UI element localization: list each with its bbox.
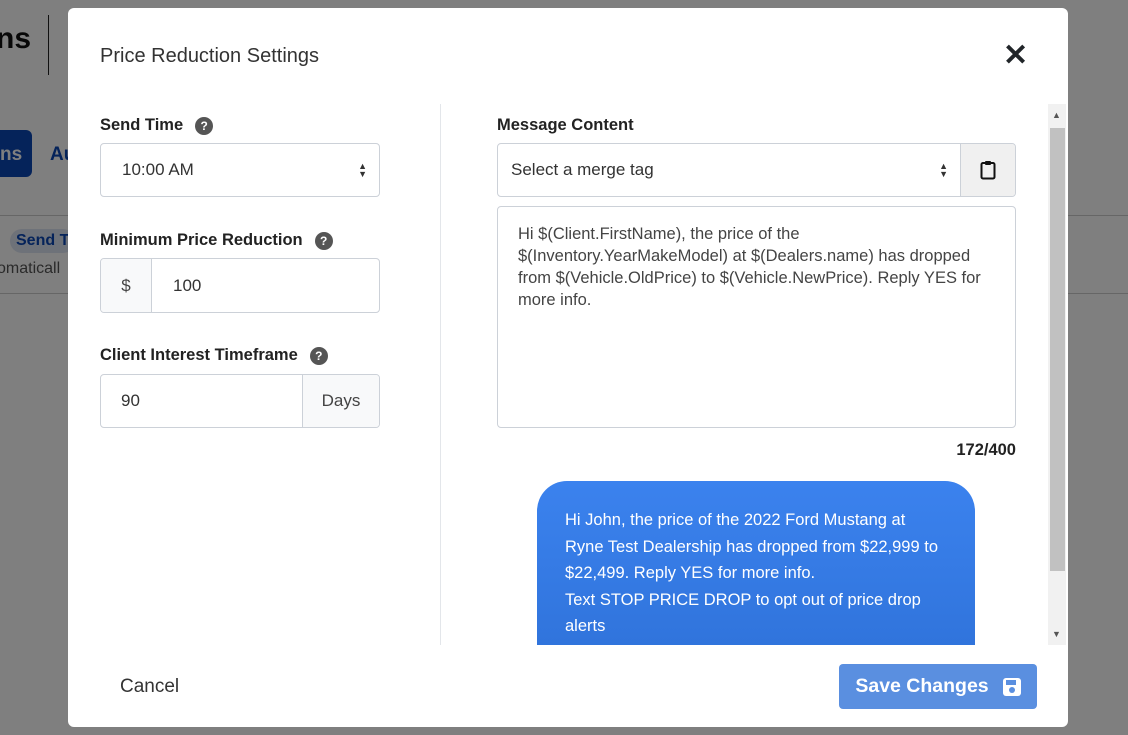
message-textarea[interactable]: Hi $(Client.FirstName), the price of the…	[497, 206, 1016, 428]
timeframe-input[interactable]: 90	[101, 391, 302, 411]
scroll-down-icon[interactable]: ▼	[1052, 629, 1061, 639]
label-text: Minimum Price Reduction	[100, 231, 303, 249]
sort-arrows-icon: ▲ ▼	[358, 161, 367, 179]
clipboard-button[interactable]	[961, 144, 1015, 196]
min-price-label: Minimum Price Reduction?	[100, 231, 333, 250]
sort-arrows-icon: ▲ ▼	[939, 161, 948, 179]
character-count: 172/400	[956, 441, 1016, 459]
message-content-label: Message Content	[497, 116, 634, 134]
send-time-select[interactable]: 10:00 AM ▲ ▼	[100, 143, 380, 197]
select-placeholder: Select a merge tag	[511, 160, 654, 179]
message-preview-bubble: Hi John, the price of the 2022 Ford Must…	[537, 481, 975, 645]
preview-text: Hi John, the price of the 2022 Ford Must…	[565, 511, 939, 582]
save-changes-button[interactable]: Save Changes	[839, 664, 1037, 709]
scrollbar[interactable]: ▲ ▼	[1048, 104, 1066, 645]
send-time-label: Send Time?	[100, 116, 214, 135]
cancel-button[interactable]: Cancel	[120, 676, 179, 698]
select-value: 10:00 AM	[122, 160, 194, 179]
min-price-input-group: $ 100	[100, 258, 380, 313]
button-label: Save Changes	[855, 675, 989, 697]
merge-tag-group: Select a merge tag ▲ ▼	[497, 143, 1016, 197]
modal-body: Send Time? 10:00 AM ▲ ▼ Minimum Price Redu…	[68, 104, 1068, 645]
timeframe-label: Client Interest Timeframe?	[100, 346, 328, 365]
scroll-up-icon[interactable]: ▲	[1052, 110, 1061, 120]
price-reduction-modal: Price Reduction Settings ✕ Send Time? 10…	[68, 8, 1068, 727]
close-icon[interactable]: ✕	[1003, 41, 1028, 71]
clipboard-icon	[980, 161, 996, 180]
save-icon	[1002, 677, 1021, 696]
modal-title: Price Reduction Settings	[100, 45, 320, 67]
merge-tag-select[interactable]: Select a merge tag ▲ ▼	[498, 144, 961, 196]
column-divider	[440, 104, 441, 645]
timeframe-input-group: 90 Days	[100, 374, 380, 428]
label-text: Send Time	[100, 116, 184, 134]
help-icon[interactable]: ?	[309, 346, 328, 365]
scrollbar-thumb[interactable]	[1050, 128, 1065, 571]
min-price-input[interactable]: 100	[152, 276, 201, 296]
label-text: Client Interest Timeframe	[100, 346, 298, 364]
help-icon[interactable]: ?	[314, 231, 333, 250]
currency-prefix: $	[101, 259, 152, 312]
help-icon[interactable]: ?	[195, 116, 214, 135]
preview-optout-text: Text STOP PRICE DROP to opt out of price…	[565, 590, 921, 636]
days-suffix: Days	[302, 375, 379, 427]
